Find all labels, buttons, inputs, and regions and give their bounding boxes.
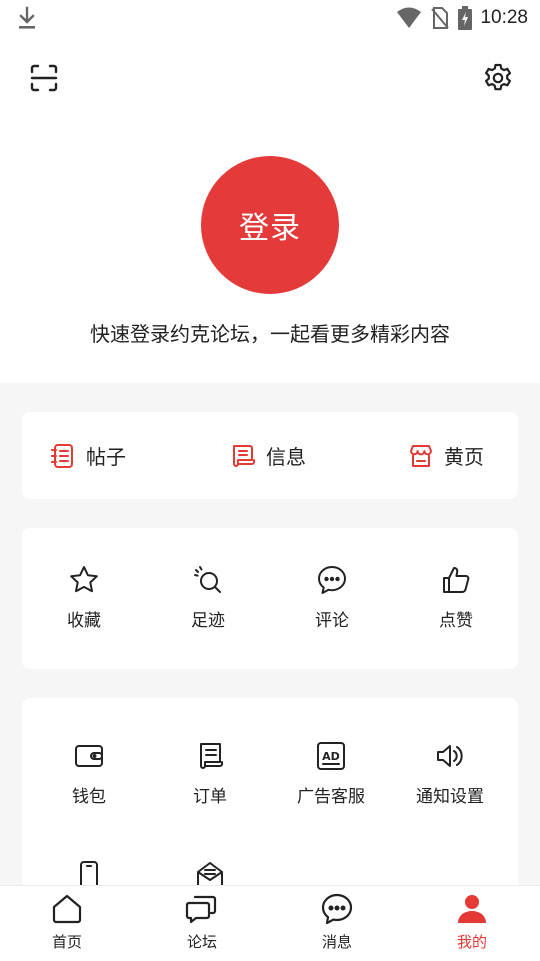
- bottom-navigation: 首页 论坛 消息 我的: [0, 885, 540, 961]
- favorites-label: 收藏: [67, 611, 101, 631]
- orders-item[interactable]: 订单: [148, 740, 272, 807]
- svg-text:AD: AD: [322, 750, 340, 763]
- message-icon: [320, 892, 354, 926]
- scan-icon: [28, 62, 60, 94]
- posts-link[interactable]: 帖子: [50, 412, 126, 499]
- star-icon: [68, 564, 100, 596]
- footprint-icon: [192, 564, 224, 596]
- info-link[interactable]: 信息: [230, 412, 306, 499]
- wallet-icon: [73, 740, 105, 772]
- posts-label: 帖子: [86, 445, 126, 469]
- wallet-item[interactable]: 钱包: [27, 740, 151, 807]
- notification-settings-item[interactable]: 通知设置: [388, 740, 512, 807]
- wallet-label: 钱包: [72, 787, 106, 807]
- info-icon: [230, 443, 256, 469]
- info-label: 信息: [266, 445, 306, 469]
- nav-profile-label: 我的: [456, 933, 487, 951]
- order-icon: [194, 740, 226, 772]
- comments-label: 评论: [315, 611, 349, 631]
- scan-button[interactable]: [28, 62, 60, 94]
- nav-forum-label: 论坛: [186, 933, 217, 951]
- status-icons: 10:28: [396, 6, 528, 30]
- nav-messages-label: 消息: [321, 933, 352, 951]
- favorites-item[interactable]: 收藏: [22, 564, 146, 631]
- comments-item[interactable]: 评论: [270, 564, 394, 631]
- speaker-icon: [434, 740, 466, 772]
- login-button[interactable]: 登录: [201, 156, 339, 294]
- battery-charging-icon: [458, 6, 473, 30]
- forum-icon: [185, 892, 219, 926]
- ad-service-item[interactable]: AD 广告客服: [269, 740, 393, 807]
- login-hint: 快速登录约克论坛，一起看更多精彩内容: [90, 322, 450, 346]
- likes-label: 点赞: [439, 611, 473, 631]
- gear-icon: [482, 62, 514, 94]
- services-card: 钱包 订单 AD 广告客服 通知设置: [22, 698, 518, 898]
- nav-forum[interactable]: 论坛: [152, 892, 252, 952]
- thumbs-up-icon: [440, 564, 472, 596]
- yellow-pages-label: 黄页: [444, 445, 484, 469]
- clock: 10:28: [480, 7, 528, 28]
- footprint-label: 足迹: [191, 611, 225, 631]
- orders-label: 订单: [193, 787, 227, 807]
- yellow-pages-icon: [408, 443, 434, 469]
- download-icon: [16, 6, 38, 30]
- notification-settings-label: 通知设置: [416, 787, 484, 807]
- comment-icon: [316, 564, 348, 596]
- status-bar: 10:28: [0, 0, 540, 36]
- settings-button[interactable]: [482, 62, 514, 94]
- nav-messages[interactable]: 消息: [287, 892, 387, 952]
- footprint-item[interactable]: 足迹: [146, 564, 270, 631]
- user-icon: [455, 892, 489, 926]
- no-sim-icon: [430, 6, 450, 30]
- ad-service-label: 广告客服: [297, 787, 365, 807]
- wifi-icon: [396, 7, 422, 29]
- ad-icon: AD: [315, 740, 347, 772]
- activity-card: 收藏 足迹 评论 点赞: [22, 528, 518, 669]
- home-icon: [50, 892, 84, 926]
- nav-profile[interactable]: 我的: [422, 892, 522, 952]
- nav-home-label: 首页: [51, 933, 82, 951]
- profile-header: 登录 快速登录约克论坛，一起看更多精彩内容: [0, 36, 540, 383]
- yellow-pages-link[interactable]: 黄页: [408, 412, 484, 499]
- quick-links-card: 帖子 信息 黄页: [22, 412, 518, 499]
- nav-home[interactable]: 首页: [17, 892, 117, 952]
- likes-item[interactable]: 点赞: [394, 564, 518, 631]
- posts-icon: [50, 443, 76, 469]
